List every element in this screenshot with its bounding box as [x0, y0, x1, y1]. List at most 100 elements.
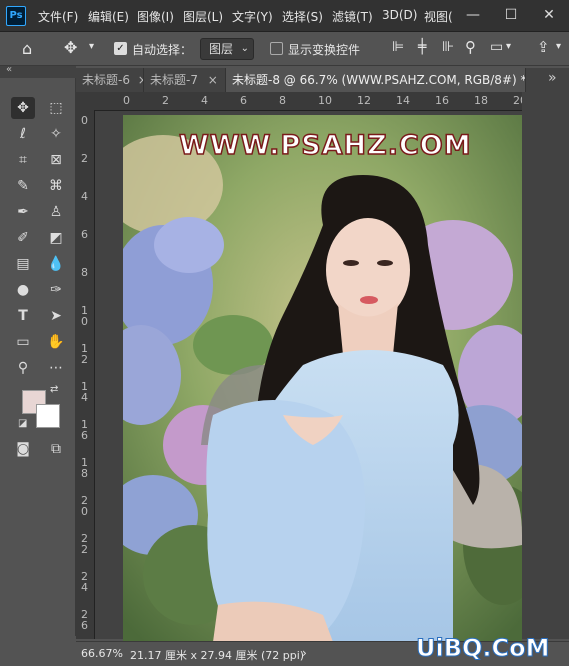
ruler-label: 4 — [201, 94, 208, 107]
default-colors-icon[interactable]: ◪ — [18, 418, 27, 429]
align-right-icon[interactable]: ⊪ — [442, 39, 454, 55]
chevron-down-icon: ⌄ — [240, 43, 249, 54]
dodge-tool-icon[interactable]: ● — [11, 279, 35, 301]
menu-type[interactable]: 文字(Y) — [232, 8, 273, 25]
pen-tool-icon[interactable]: ✑ — [44, 279, 68, 301]
menu-3d[interactable]: 3D(D) — [382, 8, 417, 22]
auto-select-checkbox[interactable]: ✓ — [114, 42, 127, 55]
ruler-label: 2 0 — [81, 494, 88, 518]
auto-select-dropdown[interactable]: 图层 ⌄ — [200, 38, 254, 60]
ruler-label: 1 2 — [81, 342, 88, 366]
ruler-label: 2 — [162, 94, 169, 107]
ruler-label: 16 — [435, 94, 449, 107]
tab-untitled-7[interactable]: 未标题-7 × — [144, 68, 226, 92]
chevron-down-icon[interactable]: ▾ — [506, 41, 511, 52]
horizontal-ruler[interactable]: 024681012141618202 — [94, 92, 559, 111]
ruler-label: 0 — [123, 94, 130, 107]
tab-untitled-6[interactable]: 未标题-6 × — [76, 68, 144, 92]
menu-image[interactable]: 图像(I) — [137, 8, 174, 25]
search-icon[interactable]: ⚲ — [465, 38, 476, 56]
ruler-corner — [76, 92, 95, 111]
eyedropper-icon[interactable]: ✎ — [11, 175, 35, 197]
align-center-icon[interactable]: ╪ — [418, 39, 426, 55]
type-tool-icon[interactable]: T — [11, 305, 35, 327]
ruler-label: 1 4 — [81, 380, 88, 404]
portrait-photo — [123, 115, 522, 642]
marquee-tool-icon[interactable]: ⬚ — [44, 97, 68, 119]
blur-tool-icon[interactable]: 💧 — [44, 253, 68, 275]
collapse-icon[interactable]: « — [6, 64, 12, 75]
dropdown-value: 图层 — [209, 42, 234, 56]
site-watermark: UiBQ.CoM — [416, 634, 551, 663]
zoom-level[interactable]: 66.67% — [81, 647, 123, 660]
ruler-label: 6 — [240, 94, 247, 107]
background-color-swatch[interactable] — [36, 404, 60, 428]
menu-edit[interactable]: 编辑(E) — [88, 8, 129, 25]
ruler-label: 8 — [279, 94, 286, 107]
home-icon[interactable]: ⌂ — [22, 39, 32, 58]
options-bar: ⌂ ✥ ▾ ✓ 自动选择： 图层 ⌄ 显示变换控件 ⊫ ╪ ⊪ ⚲ ▭ ▾ ⇪ … — [0, 32, 569, 66]
canvas-text-layer: WWW.PSAHZ.COM — [178, 129, 472, 162]
status-menu-arrow[interactable]: › — [302, 646, 307, 660]
gradient-tool-icon[interactable]: ▤ — [11, 253, 35, 275]
vertical-ruler[interactable]: 0 2 4 6 8 1 0 1 2 1 4 1 6 1 8 2 0 2 2 2 4 2 6 — [76, 111, 95, 639]
chevron-down-icon[interactable]: ▾ — [89, 41, 94, 52]
rectangle-tool-icon[interactable]: ▭ — [11, 331, 35, 353]
document-size: 21.17 厘米 x 27.94 厘米 (72 ppi) — [130, 649, 305, 662]
stamp-tool-icon[interactable]: ♙ — [44, 201, 68, 223]
tabs-overflow-icon[interactable]: » — [548, 70, 557, 86]
eraser-tool-icon[interactable]: ◩ — [44, 227, 68, 249]
photoshop-logo: Ps — [6, 6, 26, 26]
move-tool-icon[interactable]: ✥ — [64, 38, 77, 57]
ruler-label: 2 — [81, 152, 88, 165]
ruler-label: 6 — [81, 228, 88, 241]
magic-wand-icon[interactable]: ✧ — [44, 123, 68, 145]
align-left-icon[interactable]: ⊫ — [392, 39, 404, 55]
brush-tool-icon[interactable]: ✒ — [11, 201, 35, 223]
lasso-tool-icon[interactable]: ℓ — [11, 123, 35, 145]
history-brush-icon[interactable]: ✐ — [11, 227, 35, 249]
patch-tool-icon[interactable]: ⌘ — [44, 175, 68, 197]
ruler-label: 1 0 — [81, 304, 88, 328]
ruler-label: 10 — [318, 94, 332, 107]
tab-label: 未标题-7 — [150, 73, 198, 87]
menu-select[interactable]: 选择(S) — [282, 8, 323, 25]
swap-colors-icon[interactable]: ⇄ — [50, 384, 58, 395]
close-button[interactable]: ✕ — [530, 0, 568, 32]
ruler-label: 1 6 — [81, 418, 88, 442]
close-icon[interactable]: × — [208, 73, 218, 87]
ruler-label: 2 4 — [81, 570, 88, 594]
workspace-icon[interactable]: ▭ — [490, 39, 503, 55]
ruler-label: 2 2 — [81, 532, 88, 556]
ruler-label: 0 — [81, 114, 88, 127]
tools-panel: « ✥ ⬚ ℓ ✧ ⌗ ⊠ ✎ ⌘ ✒ ♙ ✐ ◩ ▤ 💧 ● ✑ T ➤ ▭ … — [0, 64, 76, 636]
hand-tool-icon[interactable]: ✋ — [44, 331, 68, 353]
share-icon[interactable]: ⇪ — [537, 38, 550, 56]
move-tool-icon[interactable]: ✥ — [11, 97, 35, 119]
tab-label: 未标题-6 — [82, 73, 130, 87]
menu-filter[interactable]: 滤镜(T) — [332, 8, 373, 25]
more-tools-icon[interactable]: ⋯ — [44, 357, 68, 379]
screen-mode-icon[interactable]: ⧉ — [44, 438, 68, 460]
ruler-label: 2 6 — [81, 608, 88, 632]
zoom-tool-icon[interactable]: ⚲ — [11, 357, 35, 379]
auto-select-label: 自动选择： — [132, 43, 193, 57]
quick-mask-icon[interactable]: ◙ — [11, 438, 35, 460]
minimize-button[interactable]: — — [454, 0, 492, 32]
tab-untitled-8[interactable]: 未标题-8 @ 66.7% (WWW.PSAHZ.COM, RGB/8#) * … — [226, 68, 526, 92]
ruler-label: 1 8 — [81, 456, 88, 480]
document-canvas[interactable]: WWW.PSAHZ.COM — [123, 115, 522, 642]
crop-tool-icon[interactable]: ⌗ — [11, 149, 35, 171]
show-transform-label: 显示变换控件 — [288, 43, 361, 57]
menu-file[interactable]: 文件(F) — [38, 8, 78, 25]
tab-label: 未标题-8 @ 66.7% (WWW.PSAHZ.COM, RGB/8#) * — [232, 73, 526, 87]
chevron-down-icon[interactable]: ▾ — [556, 41, 561, 52]
frame-tool-icon[interactable]: ⊠ — [44, 149, 68, 171]
menu-layer[interactable]: 图层(L) — [183, 8, 223, 25]
window-controls: — ☐ ✕ — [446, 0, 569, 32]
path-select-icon[interactable]: ➤ — [44, 305, 68, 327]
show-transform-checkbox[interactable] — [270, 42, 283, 55]
menu-bar: Ps 文件(F) 编辑(E) 图像(I) 图层(L) 文字(Y) 选择(S) 滤… — [0, 0, 569, 32]
ruler-label: 18 — [474, 94, 488, 107]
maximize-button[interactable]: ☐ — [492, 0, 530, 32]
